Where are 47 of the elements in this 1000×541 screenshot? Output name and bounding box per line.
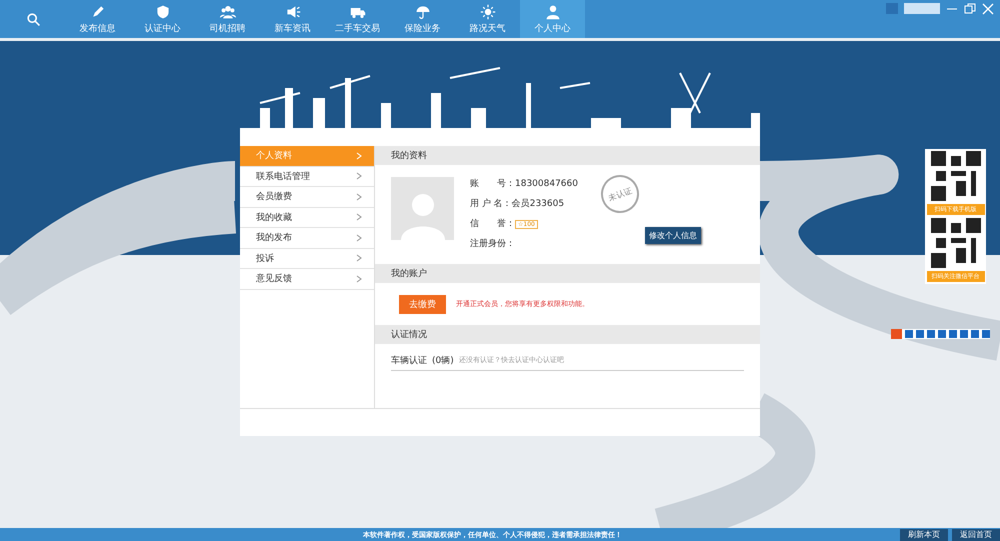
field-value: 18300847660 [515, 179, 578, 189]
nav-tab[interactable]: 二手车交易 [325, 0, 390, 38]
close-icon[interactable] [982, 3, 994, 15]
item-count: (0辆) [432, 354, 454, 366]
nav-tab[interactable]: 新车资讯 [260, 0, 325, 38]
chevron-icon [356, 152, 362, 160]
status-button[interactable]: 返回首页 [952, 528, 1000, 540]
restore-icon[interactable] [964, 3, 976, 15]
section-header: 我的资料 [375, 146, 760, 165]
nav-tab[interactable]: 保险业务 [390, 0, 455, 38]
nav-tab[interactable]: 发布信息 [65, 0, 130, 38]
pay-button[interactable]: 去缴费 [399, 294, 446, 314]
field-label: 账 号： [470, 179, 515, 189]
sidebar-item[interactable]: 意见反馈 [240, 269, 374, 290]
field-value: 会员233605 [512, 199, 564, 209]
nav-tab[interactable]: 个人中心 [520, 0, 585, 38]
field-label: 注册身份： [470, 239, 515, 249]
chevron-icon [356, 192, 362, 201]
chevron-icon [356, 213, 362, 222]
nav-tab[interactable]: 路况天气 [455, 0, 520, 38]
edit-profile-button[interactable]: 修改个人信息 [645, 227, 701, 244]
qr-code-icon [930, 151, 980, 201]
sidebar-item[interactable]: 我的发布 [240, 228, 374, 248]
umbrella-icon [414, 4, 432, 20]
upload-button[interactable] [904, 3, 940, 14]
qr-code-icon [930, 218, 980, 268]
chevron-icon [356, 254, 362, 262]
field-label: 信 誉： [470, 219, 515, 229]
sidebar-item[interactable]: 投诉 [240, 248, 374, 269]
avatar-placeholder [391, 177, 454, 240]
sidebar-item[interactable]: 我的收藏 [240, 208, 374, 228]
sidebar-item[interactable]: 会员缴费 [240, 187, 374, 208]
nav-tab[interactable]: 司机招聘 [195, 0, 260, 38]
chevron-icon [356, 274, 362, 283]
section-header: 认证情况 [375, 325, 760, 344]
chevron-icon [356, 172, 362, 180]
item-label: 车辆认证 [391, 354, 427, 366]
chevron-icon [356, 234, 362, 242]
people-icon [218, 4, 236, 20]
sidebar-item[interactable]: 联系电话管理 [240, 166, 374, 187]
section-header: 我的账户 [375, 264, 760, 283]
nav-tab[interactable]: 认证中心 [130, 0, 195, 38]
sun-icon [478, 4, 496, 20]
status-button[interactable]: 刷新本页 [900, 528, 948, 540]
sidebar-item[interactable]: 个人资料 [240, 146, 374, 166]
person-icon [544, 4, 562, 20]
field-label: 用 户 名： [470, 199, 512, 209]
